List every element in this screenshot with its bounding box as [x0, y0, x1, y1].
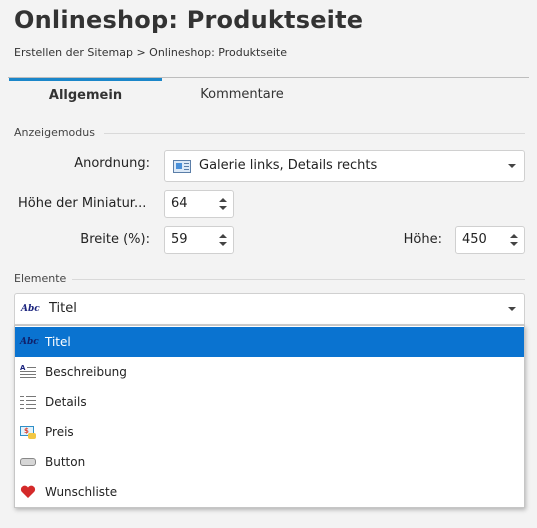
- spin-down-icon[interactable]: [219, 242, 227, 246]
- text-lines-icon: A: [20, 365, 36, 379]
- spin-up-icon[interactable]: [510, 234, 518, 238]
- miniatur-stepper[interactable]: 64: [164, 190, 234, 218]
- breite-label: Breite (%):: [80, 232, 150, 247]
- section-label-anzeigemodus: Anzeigemodus: [14, 126, 95, 139]
- price-icon: $: [20, 425, 36, 439]
- section-divider: [104, 133, 525, 134]
- hoehe-label: Höhe:: [403, 232, 442, 247]
- page-title: Onlineshop: Produktseite: [14, 6, 364, 34]
- dropdown-option-button[interactable]: Button: [15, 447, 524, 477]
- details-list-icon: [20, 395, 36, 409]
- spin-down-icon[interactable]: [510, 242, 518, 246]
- tab-allgemein[interactable]: Allgemein: [9, 78, 162, 111]
- elemente-selected-value: Titel: [49, 301, 77, 316]
- breite-value: 59: [171, 232, 188, 247]
- section-label-elemente: Elemente: [14, 272, 67, 285]
- gallery-layout-icon: [173, 160, 191, 173]
- spin-down-icon[interactable]: [219, 206, 227, 210]
- miniatur-label: Höhe der Miniatur...: [18, 196, 147, 211]
- section-divider: [72, 279, 525, 280]
- chevron-down-icon[interactable]: [508, 164, 516, 168]
- dropdown-option-beschreibung[interactable]: A Beschreibung: [15, 357, 524, 387]
- anordnung-select[interactable]: Galerie links, Details rechts: [164, 150, 525, 182]
- spin-up-icon[interactable]: [219, 198, 227, 202]
- heart-icon: [20, 485, 36, 499]
- abc-icon: Abc: [21, 304, 40, 314]
- breadcrumb[interactable]: Erstellen der Sitemap > Onlineshop: Prod…: [14, 46, 287, 59]
- chevron-down-icon[interactable]: [508, 307, 516, 311]
- elemente-dropdown-list: Abc Titel A Beschreibung Details $ Preis…: [14, 325, 525, 508]
- dropdown-option-wunschliste[interactable]: Wunschliste: [15, 477, 524, 507]
- tab-kommentare[interactable]: Kommentare: [162, 78, 322, 111]
- hoehe-stepper[interactable]: 450: [455, 226, 525, 254]
- elemente-select[interactable]: Abc Titel: [14, 293, 525, 325]
- anordnung-value: Galerie links, Details rechts: [199, 158, 378, 173]
- hoehe-value: 450: [462, 232, 487, 247]
- dropdown-option-preis[interactable]: $ Preis: [15, 417, 524, 447]
- miniatur-value: 64: [171, 196, 188, 211]
- spin-up-icon[interactable]: [219, 234, 227, 238]
- button-icon: [20, 455, 36, 469]
- abc-icon: Abc: [20, 337, 39, 347]
- anordnung-label: Anordnung:: [74, 156, 150, 171]
- dropdown-option-details[interactable]: Details: [15, 387, 524, 417]
- dropdown-option-titel[interactable]: Abc Titel: [15, 327, 524, 357]
- breite-stepper[interactable]: 59: [164, 226, 234, 254]
